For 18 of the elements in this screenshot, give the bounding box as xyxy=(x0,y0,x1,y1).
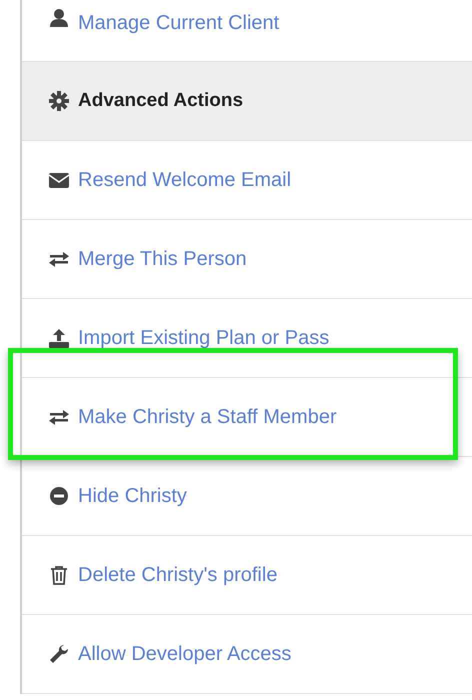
action-link[interactable]: Merge This Person xyxy=(78,244,247,274)
minus-circle-icon xyxy=(48,486,70,506)
action-link[interactable]: Allow Developer Access xyxy=(78,639,292,669)
user-icon xyxy=(48,8,70,28)
trash-icon xyxy=(48,565,70,585)
swap-arrows-icon xyxy=(48,407,70,427)
action-link[interactable]: Make Christy a Staff Member xyxy=(78,402,337,432)
action-link[interactable]: Import Existing Plan or Pass xyxy=(78,323,330,353)
wrench-icon xyxy=(48,644,70,664)
section-title: Advanced Actions xyxy=(78,88,244,113)
swap-arrows-icon xyxy=(48,249,70,269)
action-link[interactable]: Delete Christy's profile xyxy=(78,560,278,590)
envelope-icon xyxy=(48,170,70,190)
action-link[interactable]: Resend Welcome Email xyxy=(78,165,292,195)
action-link[interactable]: Hide Christy xyxy=(78,481,187,511)
action-link[interactable]: Manage Current Client xyxy=(78,8,280,38)
settings-icon xyxy=(48,91,70,111)
upload-icon xyxy=(48,328,70,348)
